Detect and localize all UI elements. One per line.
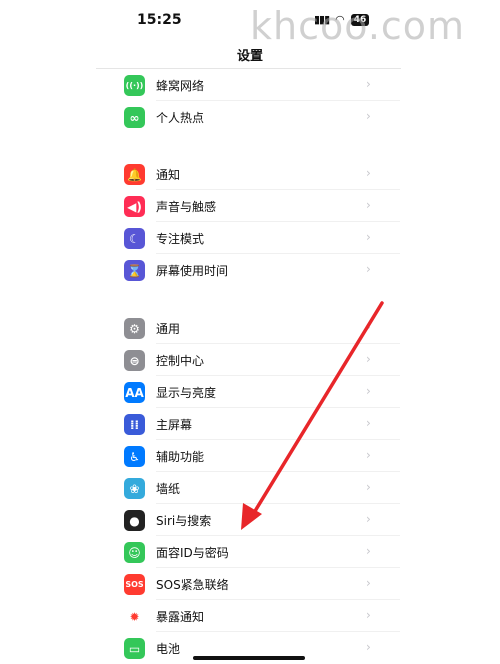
cellular-antenna-icon: ((·))	[124, 75, 145, 96]
chevron-right-icon: ›	[366, 109, 371, 123]
settings-row-wallpaper-flower[interactable]: ❀ 墙纸 ›	[96, 472, 400, 504]
status-time: 15:25	[137, 12, 182, 28]
settings-row-label: 显示与亮度	[156, 386, 217, 400]
notification-bell-icon: 🔔	[124, 164, 145, 185]
home-indicator[interactable]	[193, 656, 305, 660]
chevron-right-icon: ›	[366, 320, 371, 334]
face-id-icon: ☺	[124, 542, 145, 563]
accessibility-icon: ♿	[124, 446, 145, 467]
toggles-icon: ⊜	[124, 350, 145, 371]
settings-row-label: 控制中心	[156, 354, 205, 368]
settings-row-siri[interactable]: ● Siri与搜索 ›	[96, 504, 400, 536]
siri-icon: ●	[124, 510, 145, 531]
battery-icon: ▭	[124, 638, 145, 659]
settings-row-label: 个人热点	[156, 111, 205, 125]
settings-row-label: 屏幕使用时间	[156, 264, 229, 278]
settings-row-speaker[interactable]: ◀) 声音与触感 ›	[96, 190, 400, 222]
watermark-text: khcoo.com	[250, 4, 466, 48]
settings-row-cellular-antenna[interactable]: ((·)) 蜂窝网络 ›	[96, 69, 400, 101]
chevron-right-icon: ›	[366, 544, 371, 558]
settings-row-label: 辅助功能	[156, 450, 205, 464]
settings-row-label: 墙纸	[156, 482, 181, 496]
settings-row-label: 暴露通知	[156, 610, 205, 624]
settings-row-label: SOS紧急联络	[156, 578, 229, 592]
settings-row-notification-bell[interactable]: 🔔 通知 ›	[96, 158, 400, 190]
chevron-right-icon: ›	[366, 198, 371, 212]
settings-row-label: 面容ID与密码	[156, 546, 229, 560]
settings-row-label: Siri与搜索	[156, 514, 212, 528]
moon-icon: ☾	[124, 228, 145, 249]
page-title: 设置	[236, 49, 263, 64]
settings-row-hourglass[interactable]: ⌛ 屏幕使用时间 ›	[96, 254, 400, 286]
personal-hotspot-icon: ∞	[124, 107, 145, 128]
hourglass-icon: ⌛	[124, 260, 145, 281]
chevron-right-icon: ›	[366, 352, 371, 366]
chevron-right-icon: ›	[366, 77, 371, 91]
chevron-right-icon: ›	[366, 448, 371, 462]
exposure-notification-icon: ✹	[124, 606, 145, 627]
chevron-right-icon: ›	[366, 480, 371, 494]
settings-row-label: 蜂窝网络	[156, 79, 205, 93]
settings-row-label: 主屏幕	[156, 418, 193, 432]
wallpaper-flower-icon: ❀	[124, 478, 145, 499]
settings-row-home-grid[interactable]: ⁞⁞ 主屏幕 ›	[96, 408, 400, 440]
chevron-right-icon: ›	[366, 416, 371, 430]
settings-row-label: 通用	[156, 322, 181, 336]
chevron-right-icon: ›	[366, 608, 371, 622]
settings-row-accessibility[interactable]: ♿ 辅助功能 ›	[96, 440, 400, 472]
chevron-right-icon: ›	[366, 384, 371, 398]
speaker-icon: ◀)	[124, 196, 145, 217]
chevron-right-icon: ›	[366, 576, 371, 590]
settings-row-label: 专注模式	[156, 232, 205, 246]
settings-group-2: 🔔 通知 › ◀) 声音与触感 › ☾ 专注模式 › ⌛ 屏幕使用时间 ›	[96, 158, 400, 286]
settings-row-face-id[interactable]: ☺ 面容ID与密码 ›	[96, 536, 400, 568]
settings-row-label: 通知	[156, 168, 181, 182]
settings-row-toggles[interactable]: ⊜ 控制中心 ›	[96, 344, 400, 376]
chevron-right-icon: ›	[366, 512, 371, 526]
settings-row-text-size[interactable]: AA 显示与亮度 ›	[96, 376, 400, 408]
chevron-right-icon: ›	[366, 640, 371, 654]
settings-group-1: ((·)) 蜂窝网络 › ∞ 个人热点 ›	[96, 69, 400, 133]
settings-row-moon[interactable]: ☾ 专注模式 ›	[96, 222, 400, 254]
home-grid-icon: ⁞⁞	[124, 414, 145, 435]
settings-row-label: 声音与触感	[156, 200, 217, 214]
gear-icon: ⚙	[124, 318, 145, 339]
settings-row-sos[interactable]: SOS SOS紧急联络 ›	[96, 568, 400, 600]
chevron-right-icon: ›	[366, 262, 371, 276]
settings-row-exposure-notification[interactable]: ✹ 暴露通知 ›	[96, 600, 400, 632]
chevron-right-icon: ›	[366, 230, 371, 244]
sos-icon: SOS	[124, 574, 145, 595]
chevron-right-icon: ›	[366, 166, 371, 180]
text-size-icon: AA	[124, 382, 145, 403]
settings-row-personal-hotspot[interactable]: ∞ 个人热点 ›	[96, 101, 400, 133]
settings-group-3: ⚙ 通用 › ⊜ 控制中心 › AA 显示与亮度 › ⁞⁞ 主屏幕 › ♿ 辅助功能 › ❀ 墙纸 › ● Siri与…	[96, 312, 400, 664]
settings-row-gear[interactable]: ⚙ 通用 ›	[96, 312, 400, 344]
settings-row-label: 电池	[156, 642, 181, 656]
